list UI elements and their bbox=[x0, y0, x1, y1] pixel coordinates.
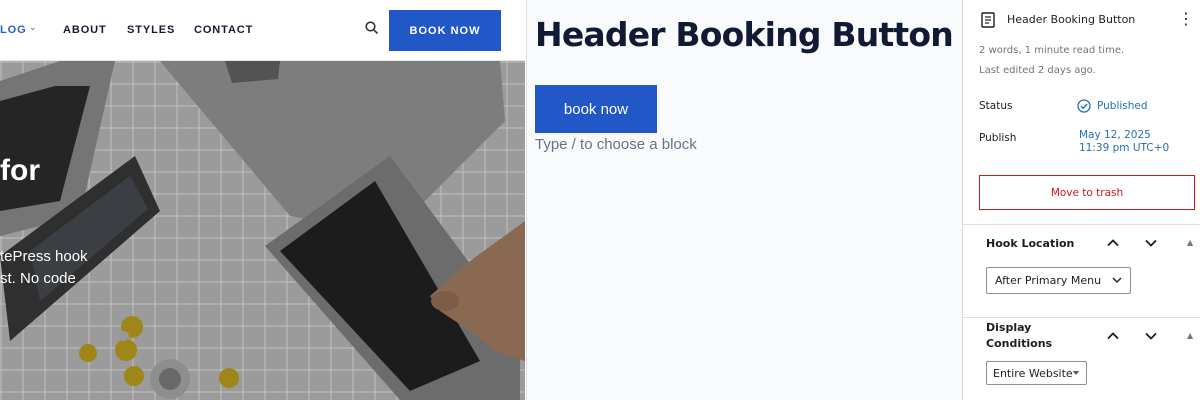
nav-link-about[interactable]: ABOUT bbox=[63, 24, 107, 36]
more-vertical-icon[interactable]: ⋮ bbox=[1178, 9, 1194, 29]
divider bbox=[963, 224, 1200, 225]
move-to-trash-button[interactable]: Move to trash bbox=[979, 175, 1195, 210]
publish-label: Publish bbox=[979, 132, 1017, 144]
caret-up-icon[interactable]: ▲ bbox=[1187, 238, 1193, 247]
display-conditions-value: Entire Website bbox=[993, 366, 1073, 380]
search-icon[interactable] bbox=[364, 20, 380, 36]
hero-text-line-1: tePress hook bbox=[0, 248, 88, 265]
document-title: Header Booking Button bbox=[1007, 13, 1136, 26]
divider bbox=[963, 317, 1200, 318]
caret-down-icon bbox=[1073, 371, 1079, 375]
post-title[interactable]: Header Booking Button bbox=[535, 15, 954, 54]
hook-location-title[interactable]: Hook Location bbox=[986, 236, 1074, 252]
booking-button-block[interactable]: book now bbox=[535, 85, 657, 133]
site-navigation: LOG ⌄ ABOUT STYLES CONTACT BOOK NOW bbox=[0, 0, 525, 61]
publish-time: 11:39 pm UTC+0 bbox=[1079, 142, 1170, 154]
nav-link-contact[interactable]: CONTACT bbox=[194, 24, 253, 36]
hero-text-line-2: st. No code bbox=[0, 270, 76, 287]
status-value[interactable]: Published bbox=[1077, 99, 1148, 113]
hook-location-select[interactable]: After Primary Menu bbox=[986, 267, 1131, 294]
chevron-down-icon[interactable] bbox=[1144, 236, 1158, 250]
block-placeholder[interactable]: Type / to choose a block bbox=[535, 136, 697, 153]
chevron-down-icon[interactable] bbox=[1144, 329, 1158, 343]
status-text: Published bbox=[1097, 100, 1148, 112]
hero-overlay bbox=[0, 61, 525, 400]
hero-title: for bbox=[0, 154, 40, 187]
hook-location-value: After Primary Menu bbox=[995, 274, 1102, 287]
chevron-down-icon[interactable]: ⌄ bbox=[29, 22, 37, 33]
site-preview: LOG ⌄ ABOUT STYLES CONTACT BOOK NOW for … bbox=[0, 0, 525, 400]
display-conditions-select[interactable]: Entire Website bbox=[986, 361, 1087, 385]
status-label: Status bbox=[979, 100, 1013, 112]
check-circle-icon bbox=[1077, 99, 1091, 113]
chevron-up-icon[interactable] bbox=[1106, 329, 1120, 343]
last-edited: Last edited 2 days ago. bbox=[979, 65, 1096, 76]
nav-link-blog[interactable]: LOG bbox=[0, 24, 27, 36]
word-count: 2 words, 1 minute read time. bbox=[979, 45, 1125, 56]
editor-canvas: Header Booking Button book now Type / to… bbox=[526, 0, 962, 400]
settings-sidebar: Header Booking Button ⋮ 2 words, 1 minut… bbox=[962, 0, 1200, 400]
chevron-down-icon bbox=[1112, 277, 1122, 283]
nav-link-styles[interactable]: STYLES bbox=[127, 24, 175, 36]
publish-date-button[interactable]: May 12, 2025 11:39 pm UTC+0 bbox=[1079, 129, 1169, 155]
publish-date: May 12, 2025 bbox=[1079, 129, 1151, 141]
display-conditions-title[interactable]: Display Conditions bbox=[986, 320, 1066, 352]
document-icon bbox=[981, 12, 995, 28]
book-now-button[interactable]: BOOK NOW bbox=[389, 10, 501, 51]
hero-section: for tePress hook st. No code bbox=[0, 61, 525, 400]
chevron-up-icon[interactable] bbox=[1106, 236, 1120, 250]
caret-up-icon[interactable]: ▲ bbox=[1187, 331, 1193, 340]
